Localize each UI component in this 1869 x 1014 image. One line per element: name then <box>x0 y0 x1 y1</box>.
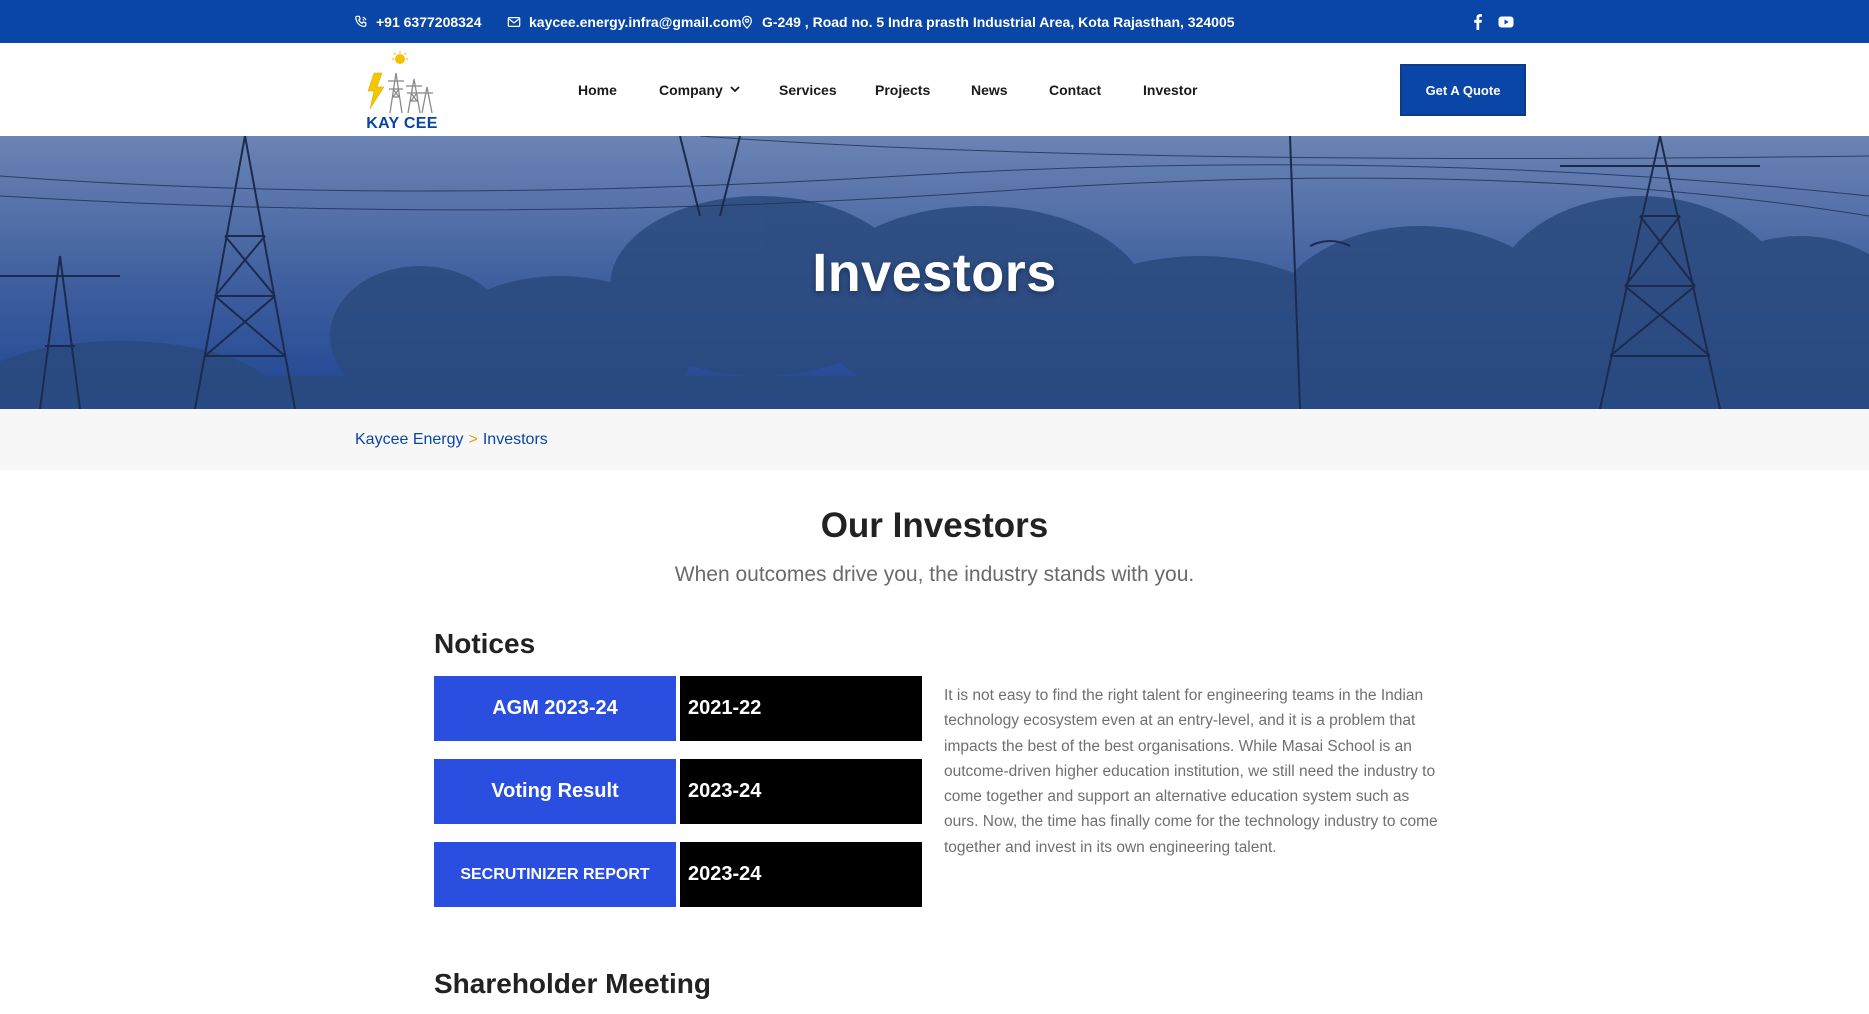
chevron-down-icon <box>729 82 741 98</box>
get-a-quote-button[interactable]: Get A Quote <box>1400 64 1526 116</box>
top-contact-bar: +91 6377208324 kaycee.energy.infra@gmail… <box>0 0 1869 43</box>
site-header: KAY CEE Home Company Services Projects N… <box>0 43 1869 136</box>
notice-secrutinizer-report-year[interactable]: 2023-24 <box>680 842 922 907</box>
breadcrumb-separator: > <box>468 430 478 448</box>
notice-agm-button[interactable]: AGM 2023-24 <box>434 676 676 741</box>
nav-contact-label: Contact <box>1049 81 1102 98</box>
nav-news[interactable]: News <box>971 43 1008 136</box>
nav-projects[interactable]: Projects <box>875 43 930 136</box>
breadcrumb-home-link[interactable]: Kaycee Energy <box>355 431 464 449</box>
address-text: G-249 , Road no. 5 Indra prasth Industri… <box>762 13 1235 30</box>
notice-agm-year[interactable]: 2021-22 <box>680 676 922 741</box>
address-link[interactable]: G-249 , Road no. 5 Indra prasth Industri… <box>740 0 1235 43</box>
breadcrumb: Kaycee Energy > Investors <box>355 409 548 470</box>
investors-description: It is not easy to find the right talent … <box>944 687 1438 856</box>
phone-icon <box>354 15 368 29</box>
nav-services[interactable]: Services <box>779 43 837 136</box>
nav-company[interactable]: Company <box>659 43 741 136</box>
email-link[interactable]: kaycee.energy.infra@gmail.com <box>507 0 742 43</box>
logo-mark <box>367 51 433 114</box>
kaycee-logo[interactable]: KAY CEE <box>364 51 440 133</box>
section-subtitle: When outcomes drive you, the industry st… <box>674 563 1195 586</box>
phone-number: +91 6377208324 <box>376 13 482 30</box>
section-title: Our Investors <box>820 506 1049 545</box>
hero-title: Investors <box>812 242 1057 303</box>
nav-projects-label: Projects <box>875 81 931 98</box>
notice-secrutinizer-report-button[interactable]: SECRUTINIZER REPORT <box>434 842 676 907</box>
logo-text: KAY CEE <box>366 115 438 132</box>
nav-company-label: Company <box>659 81 723 98</box>
breadcrumb-bar: Kaycee Energy > Investors <box>0 409 1869 470</box>
nav-contact[interactable]: Contact <box>1049 43 1101 136</box>
nav-investor-label: Investor <box>1143 81 1198 98</box>
facebook-link[interactable] <box>1470 0 1486 43</box>
notice-voting-result-year[interactable]: 2023-24 <box>680 759 922 824</box>
mail-icon <box>507 15 521 29</box>
nav-home[interactable]: Home <box>578 43 617 136</box>
nav-home-label: Home <box>578 81 617 98</box>
breadcrumb-current: Investors <box>482 430 548 448</box>
nav-services-label: Services <box>779 81 837 98</box>
youtube-link[interactable] <box>1498 0 1514 43</box>
hero-banner: Investors <box>0 136 1869 409</box>
nav-news-label: News <box>971 81 1008 98</box>
email-address: kaycee.energy.infra@gmail.com <box>529 13 742 30</box>
notices-heading: Notices <box>434 628 536 659</box>
phone-link[interactable]: +91 6377208324 <box>354 0 482 43</box>
facebook-icon <box>1470 13 1486 30</box>
notice-voting-result-button[interactable]: Voting Result <box>434 759 676 824</box>
location-pin-icon <box>740 15 754 29</box>
youtube-icon <box>1498 14 1514 30</box>
nav-investor[interactable]: Investor <box>1143 43 1197 136</box>
shareholder-meeting-heading: Shareholder Meeting <box>434 968 711 999</box>
